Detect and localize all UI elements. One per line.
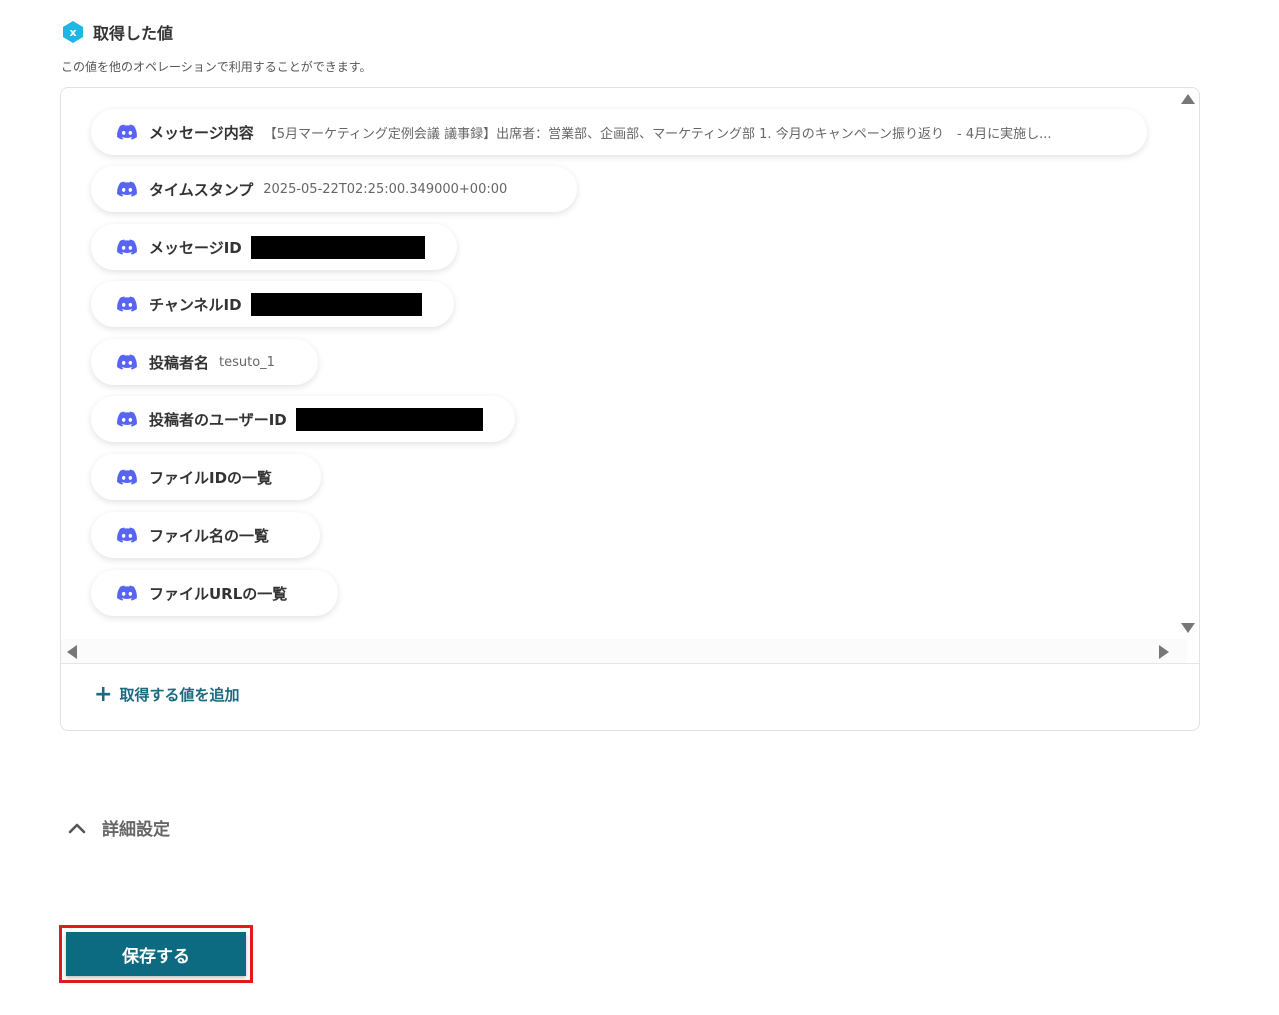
add-value-button[interactable]: + 取得する値を追加	[94, 681, 240, 707]
discord-icon	[117, 411, 137, 427]
section-description: この値を他のオペレーションで利用することができます。	[61, 60, 372, 74]
field-value: 2025-05-22T02:25:00.349000+00:00	[263, 181, 508, 197]
field-value: tesuto_1	[219, 354, 275, 370]
discord-icon	[117, 181, 137, 197]
field-key: タイムスタンプ	[149, 180, 254, 199]
svg-text:x: x	[69, 26, 76, 39]
value-chip-timestamp[interactable]: タイムスタンプ 2025-05-22T02:25:00.349000+00:00	[91, 166, 577, 212]
discord-icon	[117, 469, 137, 485]
discord-icon	[117, 354, 137, 370]
field-key: 投稿者のユーザーID	[149, 410, 287, 429]
value-chip-file-urls[interactable]: ファイルURLの一覧	[91, 570, 338, 616]
scroll-down-arrow[interactable]	[1181, 623, 1195, 633]
section-title: 取得した値	[93, 24, 174, 43]
discord-icon	[117, 527, 137, 543]
field-value: 【5月マーケティング定例会議 議事録】出席者：営業部、企画部、マーケティング部 …	[263, 126, 1052, 142]
field-key: ファイル名の一覧	[149, 526, 270, 545]
plus-icon: +	[94, 681, 113, 707]
redacted-value	[250, 292, 422, 316]
value-chip-message-id[interactable]: メッセージID	[91, 224, 457, 270]
redacted-value	[250, 235, 425, 259]
section-header: x 取得した値	[62, 20, 173, 44]
scroll-up-arrow[interactable]	[1181, 94, 1195, 104]
value-chip-author-user-id[interactable]: 投稿者のユーザーID	[91, 396, 515, 442]
discord-icon	[117, 124, 137, 140]
field-key: メッセージ内容	[149, 123, 254, 142]
discord-icon	[117, 239, 137, 255]
field-key: メッセージID	[149, 238, 242, 257]
save-button[interactable]: 保存する	[66, 932, 246, 976]
values-panel: メッセージ内容 【5月マーケティング定例会議 議事録】出席者：営業部、企画部、マ…	[60, 87, 1200, 731]
scroll-left-arrow[interactable]	[67, 645, 77, 659]
advanced-settings-toggle[interactable]: 詳細設定	[68, 815, 170, 840]
scroll-right-arrow[interactable]	[1159, 645, 1169, 659]
field-key: チャンネルID	[149, 295, 242, 314]
add-value-label: 取得する値を追加	[119, 686, 240, 704]
value-chip-author-name[interactable]: 投稿者名 tesuto_1	[91, 339, 318, 385]
field-key: ファイルURLの一覧	[149, 584, 288, 603]
panel-divider	[61, 663, 1199, 664]
advanced-settings-label: 詳細設定	[102, 820, 170, 840]
field-key: ファイルIDの一覧	[149, 468, 273, 487]
redacted-value	[295, 407, 483, 431]
horizontal-scrollbar[interactable]	[61, 639, 1187, 663]
chevron-up-icon	[68, 823, 86, 833]
values-list: メッセージ内容 【5月マーケティング定例会議 議事録】出席者：営業部、企画部、マ…	[61, 88, 1187, 639]
variable-hex-icon: x	[63, 21, 83, 43]
value-chip-message-content[interactable]: メッセージ内容 【5月マーケティング定例会議 議事録】出席者：営業部、企画部、マ…	[91, 109, 1147, 155]
discord-icon	[117, 585, 137, 601]
field-key: 投稿者名	[149, 353, 210, 372]
value-chip-file-ids[interactable]: ファイルIDの一覧	[91, 454, 321, 500]
value-chip-channel-id[interactable]: チャンネルID	[91, 281, 454, 327]
discord-icon	[117, 296, 137, 312]
value-chip-file-names[interactable]: ファイル名の一覧	[91, 512, 320, 558]
